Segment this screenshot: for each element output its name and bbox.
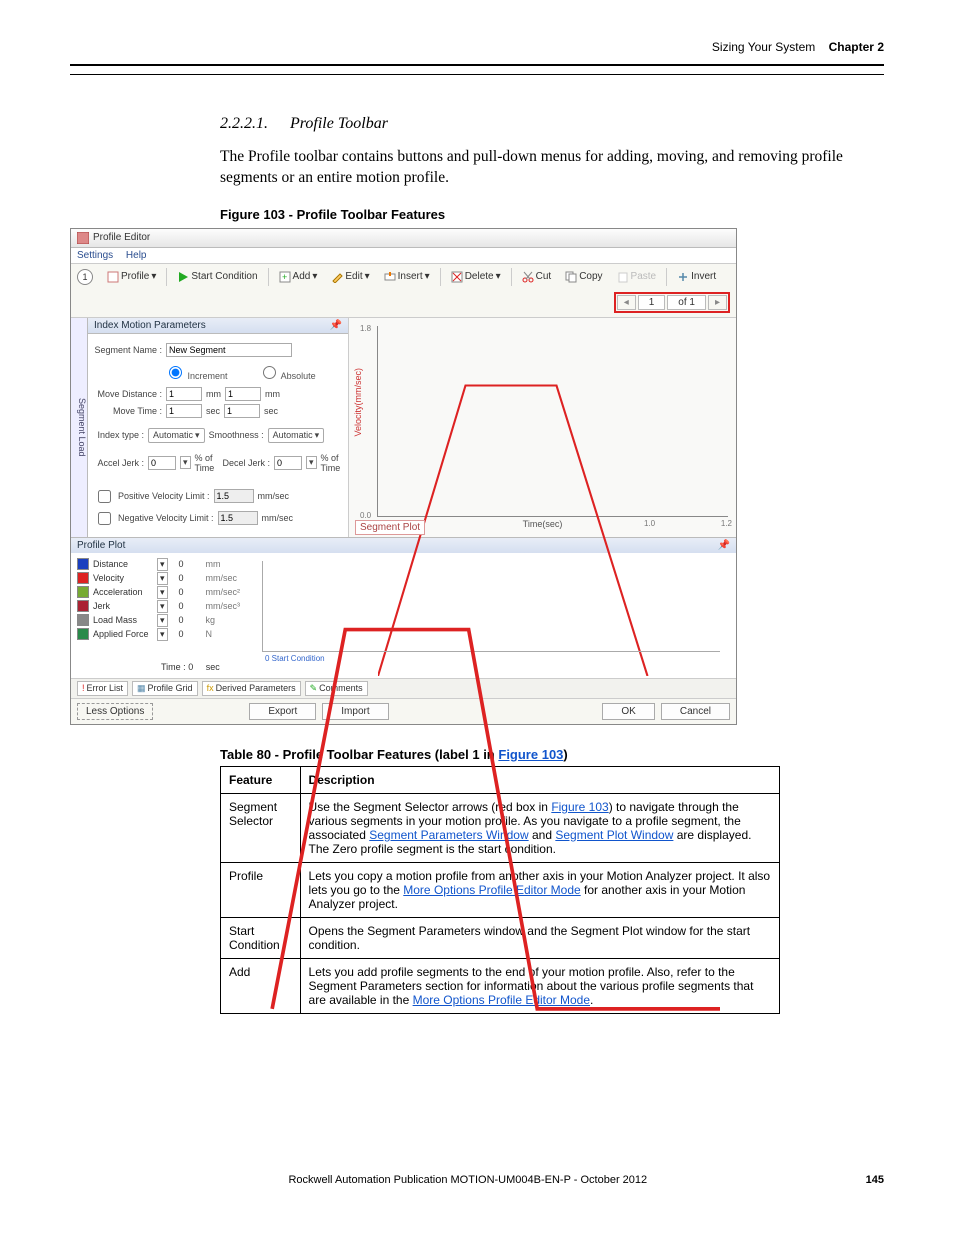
panel-title: Index Motion Parameters [94, 320, 206, 331]
neg-vel-input [218, 511, 258, 525]
section-heading: 2.2.2.1. Profile Toolbar [220, 115, 884, 133]
profile-toolbar: 1 Profile ▾ Start Condition +Add ▾ Edit … [71, 264, 736, 318]
profile-plot-chart: 0 Start Condition [262, 561, 720, 652]
svg-text:+: + [282, 272, 287, 282]
move-time-input[interactable] [166, 404, 202, 418]
header-chapter: Chapter 2 [829, 40, 884, 54]
window-titlebar: Profile Editor [71, 229, 736, 248]
figure-caption: Figure 103 - Profile Toolbar Features [220, 207, 884, 222]
window-title: Profile Editor [93, 232, 150, 243]
menu-help[interactable]: Help [126, 250, 147, 261]
color-swatch [77, 572, 89, 584]
header-rule-light [70, 74, 884, 75]
move-time-label: Move Time : [94, 406, 162, 416]
menubar: Settings Help [71, 248, 736, 264]
add-button[interactable]: +Add ▾ [275, 269, 322, 285]
pos-vel-input [214, 489, 254, 503]
neg-vel-label: Negative Velocity Limit : [118, 513, 214, 523]
list-item: Acceleration▾0mm/sec² [77, 586, 252, 599]
start-condition-button[interactable]: Start Condition [173, 269, 261, 285]
pager-next[interactable]: ▸ [708, 295, 727, 310]
panel-pin-icon[interactable]: 📌 [330, 320, 342, 331]
profile-editor-screenshot: Profile Editor Settings Help 1 Profile ▾… [70, 228, 737, 725]
publication-info: Rockwell Automation Publication MOTION-U… [70, 1174, 866, 1186]
header-rule-heavy [70, 64, 884, 66]
profile-trace [263, 561, 720, 1018]
list-item: Jerk▾0mm/sec³ [77, 600, 252, 613]
decel-jerk-input[interactable] [274, 456, 302, 470]
profile-icon [107, 271, 119, 283]
paste-icon [617, 271, 629, 283]
pager-prev[interactable]: ◂ [617, 295, 636, 310]
parameters-panel: Index Motion Parameters📌 Segment Name : … [88, 318, 349, 537]
paste-button[interactable]: Paste [613, 269, 661, 285]
list-item: Velocity▾0mm/sec [77, 572, 252, 585]
accel-jerk-input[interactable] [148, 456, 176, 470]
decel-jerk-label: Decel Jerk : [220, 458, 270, 468]
segment-plot-chart: 0.0 1.8 0.0 1.0 1.2 [377, 326, 728, 517]
color-swatch [77, 600, 89, 612]
page-footer: Rockwell Automation Publication MOTION-U… [70, 1174, 884, 1186]
segment-name-input[interactable] [166, 343, 292, 357]
pager-current[interactable]: 1 [638, 295, 666, 310]
move-distance-input[interactable] [166, 387, 202, 401]
insert-icon [384, 271, 396, 283]
chart-ylabel: Velocity(mm/sec) [353, 368, 363, 437]
add-icon: + [279, 271, 291, 283]
profile-plot-legend: Distance▾0mmVelocity▾0mm/secAcceleration… [77, 557, 252, 656]
cut-button[interactable]: Cut [518, 269, 556, 285]
segment-plot-tab[interactable]: Segment Plot [355, 520, 425, 535]
delete-button[interactable]: Delete ▾ [447, 269, 505, 285]
play-icon [177, 271, 189, 283]
color-swatch [77, 614, 89, 626]
pos-vel-check[interactable] [98, 490, 111, 503]
increment-radio[interactable]: Increment [164, 363, 228, 381]
profile-button[interactable]: Profile ▾ [103, 269, 160, 285]
invert-icon [677, 271, 689, 283]
copy-button[interactable]: Copy [561, 269, 606, 285]
list-item: Distance▾0mm [77, 558, 252, 571]
profile-plot-title: Profile Plot [77, 540, 125, 551]
color-swatch [77, 586, 89, 598]
page-number: 145 [866, 1174, 884, 1186]
tab-error-list[interactable]: !Error List [77, 681, 128, 696]
start-condition-marker: 0 Start Condition [265, 654, 325, 663]
time-value: 0 [188, 662, 193, 672]
header-breadcrumb: Sizing Your System [712, 40, 815, 54]
pager-total: of 1 [667, 295, 706, 310]
segment-load-tab[interactable]: Segment Load [71, 318, 88, 537]
segment-selector: ◂ 1 of 1 ▸ [614, 292, 730, 313]
list-item: Applied Force▾0N [77, 628, 252, 641]
color-swatch [77, 558, 89, 570]
index-type-select[interactable]: Automatic ▾ [148, 428, 205, 443]
smoothness-select[interactable]: Automatic ▾ [268, 428, 325, 443]
neg-vel-check[interactable] [98, 512, 111, 525]
delete-icon [451, 271, 463, 283]
insert-button[interactable]: Insert ▾ [380, 269, 434, 285]
menu-settings[interactable]: Settings [77, 250, 113, 261]
color-swatch [77, 628, 89, 640]
segment-plot-panel: Velocity(mm/sec) 0.0 1.8 0.0 1.0 1.2 Tim… [349, 318, 736, 537]
section-number: 2.2.2.1. [220, 115, 268, 132]
copy-icon [565, 271, 577, 283]
pos-vel-label: Positive Velocity Limit : [118, 491, 210, 501]
segment-name-label: Segment Name : [94, 345, 162, 355]
smoothness-label: Smoothness : [209, 430, 264, 440]
edit-button[interactable]: Edit ▾ [327, 269, 373, 285]
tab-profile-grid[interactable]: ▦Profile Grid [132, 681, 198, 696]
index-type-label: Index type : [94, 430, 144, 440]
accel-jerk-label: Accel Jerk : [94, 458, 144, 468]
time-label: Time : [161, 662, 186, 672]
less-options-button[interactable]: Less Options [77, 703, 153, 720]
list-item: Load Mass▾0kg [77, 614, 252, 627]
edit-icon [331, 271, 343, 283]
move-distance-label: Move Distance : [94, 389, 162, 399]
section-title: Profile Toolbar [290, 115, 388, 132]
invert-button[interactable]: Invert [673, 269, 720, 285]
toolbar-label-badge: 1 [77, 269, 93, 285]
body-paragraph: The Profile toolbar contains buttons and… [220, 147, 884, 189]
app-icon [77, 232, 89, 244]
absolute-radio[interactable]: Absolute [258, 363, 316, 381]
cut-icon [522, 271, 534, 283]
